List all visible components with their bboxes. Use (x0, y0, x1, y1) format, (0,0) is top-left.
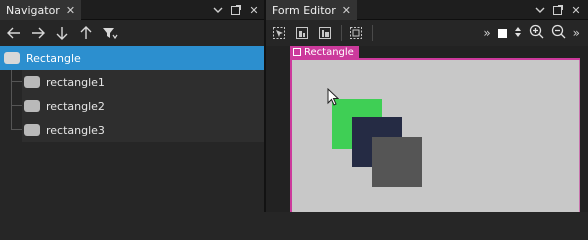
tab-navigator[interactable]: Navigator ✕ (0, 0, 82, 20)
tree-item-rectangle3[interactable]: rectangle3 (22, 118, 264, 142)
snapping-tool-icon[interactable] (317, 25, 333, 41)
navigator-toolbar (0, 20, 264, 46)
anchor-tool-icon[interactable] (294, 25, 310, 41)
form-editor-pane: Form Editor ✕ ✕ » » Rectangle (266, 0, 588, 212)
navigator-pane: Navigator ✕ ✕ Rectangle rectangle1 recta… (0, 0, 264, 212)
arrow-right-icon[interactable] (30, 25, 46, 41)
arrow-left-icon[interactable] (6, 25, 22, 41)
more-options-icon[interactable]: » (573, 26, 580, 40)
toolbar-separator (341, 25, 342, 41)
rectangle-icon (4, 52, 20, 64)
tree-item-label: rectangle3 (46, 123, 105, 137)
rectangle-icon (24, 100, 40, 112)
filter-icon[interactable] (102, 25, 118, 41)
mouse-pointer-icon (327, 88, 339, 106)
tree-connector (11, 105, 22, 106)
float-window-icon[interactable] (230, 4, 242, 16)
toolbar-separator (372, 25, 373, 41)
breadcrumb-label: Rectangle (304, 46, 354, 58)
chevron-down-icon[interactable] (534, 4, 546, 16)
background-color-icon[interactable] (497, 28, 507, 38)
more-tools-icon[interactable]: » (483, 26, 490, 40)
tree-item-label: rectangle1 (46, 75, 105, 89)
zoom-in-icon[interactable] (529, 24, 544, 42)
rectangle-icon (24, 124, 40, 136)
tree-connector (11, 81, 22, 82)
tree-connector (11, 70, 12, 129)
form-editor-toolbar-right: » » (483, 20, 580, 46)
tab-form-editor[interactable]: Form Editor ✕ (266, 0, 357, 20)
form-editor-tab-bar: Form Editor ✕ ✕ (266, 0, 588, 20)
tree-item-rectangle2[interactable]: rectangle2 (22, 94, 264, 118)
navigator-tab-bar: Navigator ✕ ✕ (0, 0, 264, 20)
bounding-box-icon[interactable] (348, 25, 364, 41)
spinner-icon[interactable] (514, 26, 522, 41)
close-pane-icon[interactable]: ✕ (570, 4, 582, 16)
arrow-down-icon[interactable] (54, 25, 70, 41)
close-pane-icon[interactable]: ✕ (248, 4, 260, 16)
form-root-rectangle[interactable] (290, 58, 580, 212)
tree-item-label: rectangle2 (46, 99, 105, 113)
tree-item-rectangle1[interactable]: rectangle1 (22, 70, 264, 94)
chevron-down-icon[interactable] (212, 4, 224, 16)
tab-navigator-label: Navigator (6, 3, 60, 17)
rectangle-item-icon (293, 48, 301, 56)
form-editor-canvas[interactable]: Rectangle (266, 46, 588, 212)
form-border-right (579, 58, 580, 212)
tree-connector (11, 129, 22, 130)
float-window-icon[interactable] (552, 4, 564, 16)
tree-item-label: Rectangle (26, 51, 81, 65)
tree-item-rectangle[interactable]: Rectangle (0, 46, 264, 70)
rectangle3-shape[interactable] (372, 137, 422, 187)
rectangle-icon (24, 76, 40, 88)
close-icon[interactable]: ✕ (342, 5, 351, 16)
breadcrumb[interactable]: Rectangle (290, 46, 359, 58)
zoom-out-icon[interactable] (551, 24, 566, 42)
select-tool-icon[interactable] (271, 25, 287, 41)
arrow-up-icon[interactable] (78, 25, 94, 41)
tab-form-editor-label: Form Editor (272, 3, 336, 17)
close-icon[interactable]: ✕ (66, 5, 75, 16)
